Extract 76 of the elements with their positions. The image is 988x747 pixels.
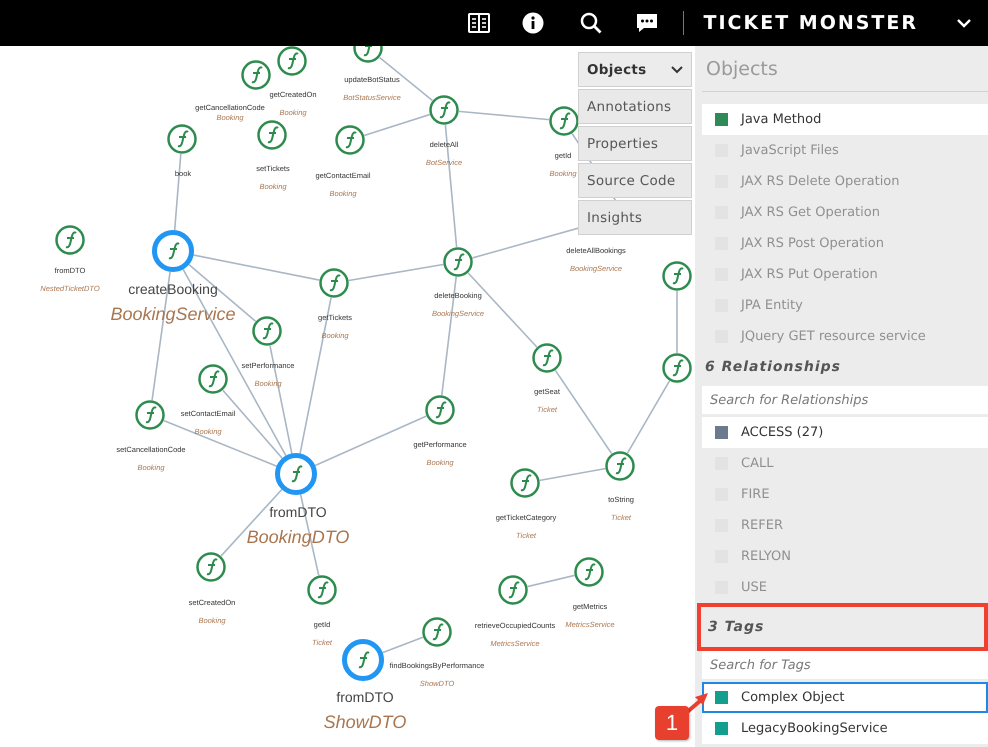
filter-item[interactable]: JAX RS Get Operation: [702, 197, 988, 228]
method-node[interactable]: [662, 353, 692, 383]
method-node[interactable]: [152, 230, 194, 272]
filter-item[interactable]: REFER: [702, 510, 988, 541]
method-label: fromDTO: [336, 689, 394, 705]
method-node[interactable]: [335, 125, 365, 155]
filter-item[interactable]: JAX RS Post Operation: [702, 228, 988, 259]
class-label: BookingDTO: [246, 527, 350, 547]
filter-item[interactable]: ACCESS (27): [702, 417, 988, 448]
checkbox-icon[interactable]: [715, 722, 728, 735]
filter-item[interactable]: JAX RS Put Operation: [702, 259, 988, 290]
class-label: BookingService: [110, 304, 236, 324]
method-node[interactable]: [662, 261, 692, 291]
method-node[interactable]: [605, 451, 635, 481]
panel-heading: Objects: [702, 46, 988, 92]
app-title: TICKET MONSTER: [704, 12, 918, 34]
panel-tab[interactable]: Annotations: [578, 89, 692, 124]
method-node[interactable]: [319, 268, 349, 298]
checkbox-icon[interactable]: [715, 113, 728, 126]
book-icon[interactable]: [466, 12, 491, 34]
chevron-down-icon[interactable]: [671, 66, 683, 74]
edge-line: [540, 468, 606, 482]
filter-item[interactable]: JAX RS Delete Operation: [702, 166, 988, 197]
search-icon[interactable]: [580, 12, 602, 34]
filter-item[interactable]: USE: [702, 572, 988, 603]
step-badge: 1: [655, 706, 689, 740]
panel-tab[interactable]: Objects: [578, 52, 692, 87]
method-node[interactable]: [353, 46, 383, 63]
class-label: ShowDTO: [324, 712, 406, 732]
method-node[interactable]: [198, 364, 228, 394]
checkbox-icon[interactable]: [715, 691, 728, 704]
method-node[interactable]: [510, 468, 540, 498]
filter-item[interactable]: JavaScript Files: [702, 135, 988, 166]
search-field[interactable]: Search for Relationships: [702, 386, 988, 414]
method-node[interactable]: [532, 343, 562, 373]
method-node[interactable]: [257, 120, 287, 150]
edge-line: [382, 636, 424, 654]
method-node[interactable]: [342, 639, 384, 681]
method-node[interactable]: [135, 400, 165, 430]
filter-item[interactable]: Complex Object: [702, 682, 988, 713]
method-node[interactable]: [422, 617, 452, 647]
method-node[interactable]: [443, 247, 473, 277]
filter-item[interactable]: LegacyBookingService: [702, 713, 988, 744]
panel-tab[interactable]: Source Code: [578, 163, 692, 198]
method-node[interactable]: [252, 316, 282, 346]
section-heading: 3 Tags: [707, 618, 766, 637]
method-node[interactable]: [275, 453, 317, 495]
filter-item[interactable]: RELYON: [702, 541, 988, 572]
method-node[interactable]: [241, 60, 271, 90]
edge-line: [364, 114, 430, 136]
filter-item[interactable]: JPA Entity: [702, 290, 988, 321]
method-node[interactable]: [425, 395, 455, 425]
method-node[interactable]: [277, 46, 307, 76]
method-node[interactable]: [167, 124, 197, 154]
method-node[interactable]: [429, 95, 459, 125]
method-label: createBooking: [128, 281, 218, 297]
filter-item[interactable]: JQuery GET resource service: [702, 321, 988, 352]
filter-item[interactable]: FIRE: [702, 479, 988, 510]
search-field[interactable]: Search for Tags: [702, 651, 988, 679]
filter-item[interactable]: Java Method: [702, 104, 988, 135]
panel-tab[interactable]: Properties: [578, 126, 692, 161]
method-node[interactable]: [307, 575, 337, 605]
filter-item[interactable]: CALL: [702, 448, 988, 479]
panel-tab[interactable]: Insights: [578, 200, 692, 235]
section-heading: 6 Relationships: [704, 358, 842, 377]
method-node[interactable]: [196, 552, 226, 582]
method-node[interactable]: [55, 225, 85, 255]
checkbox-icon[interactable]: [715, 426, 728, 439]
method-node[interactable]: [549, 106, 579, 136]
chat-icon[interactable]: [634, 12, 659, 34]
method-node[interactable]: [574, 557, 604, 587]
info-icon[interactable]: [522, 12, 544, 34]
edge-line: [676, 291, 678, 353]
edge-line: [527, 574, 575, 588]
method-node[interactable]: [498, 575, 528, 605]
method-label: fromDTO: [269, 504, 327, 520]
